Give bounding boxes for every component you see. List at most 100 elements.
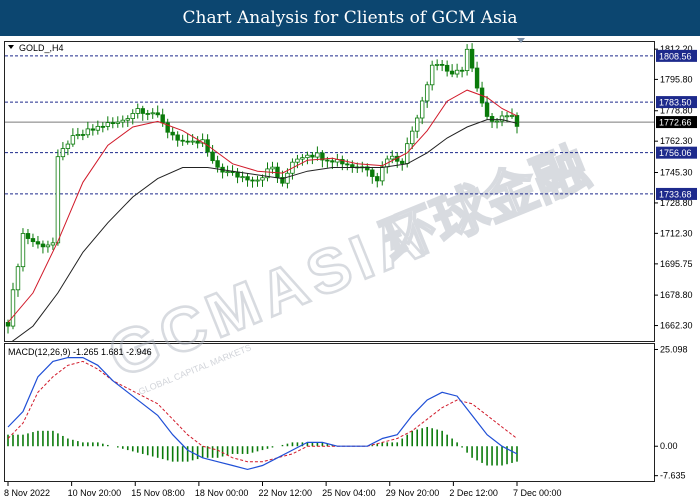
candle-body xyxy=(439,63,445,66)
candle-body xyxy=(95,125,101,131)
candle-body xyxy=(145,113,150,115)
macd-line xyxy=(7,357,518,471)
candle-body xyxy=(300,157,305,160)
candle-body xyxy=(370,169,375,177)
candle-body xyxy=(40,243,46,248)
time-tick-label: 2 Dec 12:00 xyxy=(449,488,498,498)
price-axis: 1812.201795.801778.801762.301745.301728.… xyxy=(654,44,693,331)
time-tick-label: 18 Nov 00:00 xyxy=(195,488,249,498)
candle-body xyxy=(225,171,230,174)
candle-body xyxy=(310,154,315,158)
candle-body xyxy=(375,176,380,182)
time-tick-label: 29 Nov 20:00 xyxy=(386,488,440,498)
candle-body xyxy=(410,130,415,145)
candle-body xyxy=(285,172,290,184)
candle-body xyxy=(514,115,520,127)
candle-body xyxy=(464,48,470,72)
candle-body xyxy=(195,140,200,144)
candle-body xyxy=(130,113,135,119)
candle-body xyxy=(175,134,180,141)
price-tick-label: 1745.30 xyxy=(660,168,693,178)
candle-body xyxy=(489,116,495,122)
price-tick-label: 1795.80 xyxy=(660,74,693,84)
symbol-text: GOLD_,H4 xyxy=(19,43,64,53)
candle-body xyxy=(185,140,190,143)
chart-svg: GCMASIA 环球金融 GLOBAL CAPITAL MARKETS 1812… xyxy=(4,38,697,498)
level-price-label: 1733.68 xyxy=(659,189,692,199)
price-tick-label: 1678.80 xyxy=(660,290,693,300)
scroll-marker-icon[interactable] xyxy=(517,38,525,43)
candle-body xyxy=(350,164,355,168)
level-price-label: 1756.06 xyxy=(659,148,692,158)
candle-body xyxy=(210,151,215,162)
candle-body xyxy=(330,160,335,163)
candle-body xyxy=(75,134,81,137)
current-price-label: 1772.66 xyxy=(659,118,692,128)
candle-body xyxy=(155,112,160,116)
candle-body xyxy=(380,166,385,182)
candle-body xyxy=(240,176,245,179)
candle-body xyxy=(150,112,155,115)
candle-body xyxy=(190,140,195,143)
time-tick-label: 8 Nov 2022 xyxy=(4,488,50,498)
candle-body xyxy=(305,154,310,159)
price-tick-label: 1712.30 xyxy=(660,228,693,238)
candle-body xyxy=(484,102,490,117)
candle-body xyxy=(434,63,440,66)
candle-body xyxy=(105,122,111,127)
candle-body xyxy=(60,148,66,158)
candle-body xyxy=(45,244,51,248)
price-tick-label: 1695.75 xyxy=(660,259,693,269)
candle-body xyxy=(80,134,86,136)
time-tick-label: 22 Nov 12:00 xyxy=(259,488,313,498)
candle-body xyxy=(50,242,56,246)
time-tick-label: 7 Dec 00:00 xyxy=(513,488,562,498)
candle-body xyxy=(90,128,96,131)
candle-body xyxy=(419,100,425,119)
candle-body xyxy=(170,131,175,136)
candle-body xyxy=(235,171,240,178)
candle-body xyxy=(400,160,405,164)
time-axis: 8 Nov 2022 10 Nov 20:00 15 Nov 08:00 18 Nov… xyxy=(4,482,562,498)
time-tick-label: 15 Nov 08:00 xyxy=(131,488,185,498)
candle-body xyxy=(65,143,71,149)
candle-body xyxy=(85,128,91,136)
macd-axis: 25.098 0.00 -7.635 xyxy=(654,344,688,481)
candle-body xyxy=(110,122,115,124)
candle-body xyxy=(160,114,165,124)
candle-body xyxy=(504,115,510,118)
candle-body xyxy=(100,125,106,128)
candle-body xyxy=(325,159,330,162)
candle-body xyxy=(250,179,255,182)
candle-body xyxy=(115,121,120,124)
time-tick-label: 25 Nov 04:00 xyxy=(322,488,376,498)
candle-body xyxy=(20,233,26,268)
candle-body xyxy=(424,84,430,102)
candle-body xyxy=(35,241,41,245)
candle-body xyxy=(459,69,465,72)
price-tick-label: 1662.30 xyxy=(660,321,693,331)
candle-body xyxy=(140,108,145,114)
symbol-label: GOLD_,H4 xyxy=(8,43,64,53)
candle-body xyxy=(120,119,125,123)
candle-body xyxy=(390,155,395,160)
macd-tick-label: 25.098 xyxy=(660,344,688,354)
candle-body xyxy=(315,152,320,158)
candle-body xyxy=(215,160,220,168)
macd-label: MACD(12,26,9) -1.265 1.681 -2.946 xyxy=(8,347,152,357)
candle-body xyxy=(15,266,21,291)
candle-body xyxy=(260,177,265,181)
candle-body xyxy=(454,69,460,75)
macd-histogram xyxy=(7,426,518,466)
candle-body xyxy=(10,289,16,327)
candle-body xyxy=(270,166,275,170)
macd-tick-label: -7.635 xyxy=(660,471,686,481)
candle-body xyxy=(180,139,185,142)
candle-body xyxy=(449,70,455,75)
candle-body xyxy=(70,135,76,145)
candle-body xyxy=(509,115,515,117)
candle-body xyxy=(30,238,36,243)
time-tick-label: 10 Nov 20:00 xyxy=(68,488,122,498)
candle-body xyxy=(25,233,31,239)
candle-body xyxy=(135,108,140,114)
